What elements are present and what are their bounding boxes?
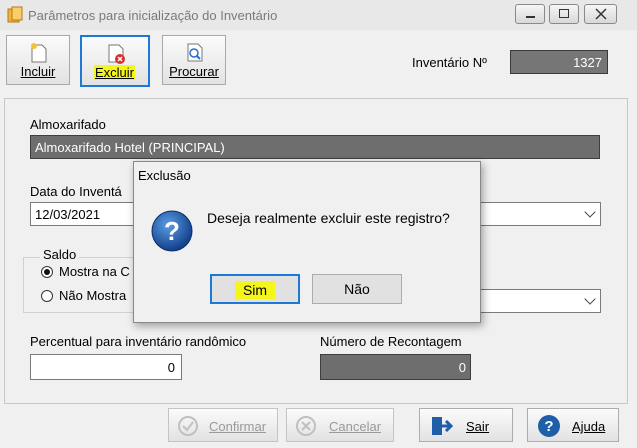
confirmar-button[interactable]: Confirmar (168, 408, 278, 442)
svg-text:?: ? (544, 418, 553, 435)
new-document-icon (31, 43, 47, 63)
saldo-nao-mostra-label: Não Mostra (59, 288, 127, 303)
excluir-button[interactable]: Excluir (80, 35, 150, 87)
saldo-mostra-label: Mostra na C (59, 264, 130, 279)
ajuda-button[interactable]: ? Ajuda (527, 408, 619, 442)
sim-button[interactable]: Sim (210, 274, 300, 304)
dialog-body (134, 185, 480, 322)
saldo-mostra-radio[interactable] (41, 266, 53, 278)
recontagem-label: Número de Recontagem (320, 334, 462, 349)
help-icon: ? (538, 415, 560, 437)
data-inventario-label: Data do Inventá (30, 184, 122, 199)
exit-icon (432, 417, 454, 435)
chevron-down-icon (584, 293, 596, 305)
tipo-dropdown[interactable] (478, 202, 601, 226)
data-inventario-field[interactable]: 12/03/2021 (30, 202, 140, 226)
almoxarifado-field[interactable]: Almoxarifado Hotel (PRINCIPAL) (30, 135, 600, 159)
dialog-message: Deseja realmente excluir este registro? (207, 210, 450, 226)
recontagem-field: 0 (320, 354, 471, 380)
percentual-field[interactable]: 0 (30, 354, 182, 380)
minimize-button[interactable] (515, 4, 545, 24)
svg-text:?: ? (164, 216, 180, 246)
dialog-title: Exclusão (138, 168, 191, 183)
ordem-dropdown[interactable] (478, 289, 601, 313)
close-icon (595, 8, 607, 20)
inventario-label: Inventário Nº (412, 55, 487, 70)
almoxarifado-label: Almoxarifado (30, 117, 106, 132)
cancelar-button[interactable]: Cancelar (286, 408, 394, 442)
app-icon (7, 6, 23, 23)
inventario-number-field: 1327 (510, 50, 608, 74)
incluir-button[interactable]: Incluir (6, 35, 70, 85)
sair-button[interactable]: Sair (419, 408, 513, 442)
saldo-label: Saldo (40, 247, 80, 262)
search-document-icon (187, 43, 203, 62)
window-title: Parâmetros para inicialização do Inventá… (28, 8, 278, 23)
check-icon (178, 416, 198, 436)
chevron-down-icon (584, 206, 596, 218)
cancel-icon (296, 416, 316, 436)
maximize-button[interactable] (549, 4, 579, 24)
saldo-nao-mostra-radio[interactable] (41, 290, 53, 302)
delete-document-icon (108, 44, 125, 64)
procurar-button[interactable]: Procurar (162, 35, 226, 85)
nao-button[interactable]: Não (312, 274, 402, 304)
close-button[interactable] (584, 4, 617, 24)
question-icon: ? (151, 210, 193, 252)
percentual-label: Percentual para inventário randômico (30, 334, 247, 349)
